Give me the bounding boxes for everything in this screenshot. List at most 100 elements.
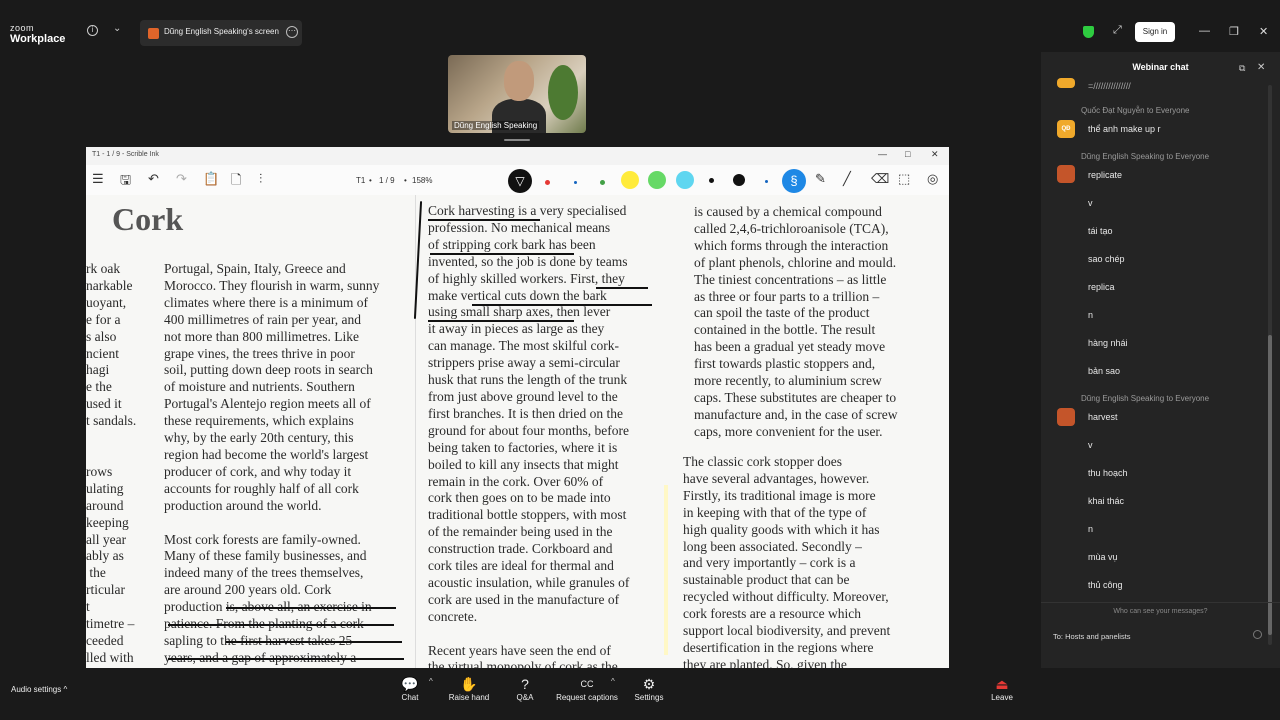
text-column-4: The classic cork stopper does have sever…	[683, 454, 891, 668]
video-drag-handle[interactable]	[504, 139, 530, 141]
document-page[interactable]: Cork rk oak narkable uoyant, e for a s a…	[86, 195, 949, 668]
green-pen-icon[interactable]	[600, 180, 605, 185]
meeting-controls-bar: Audio settings ^ 💬 Chat ^ ✋ Raise hand ?…	[0, 668, 1280, 720]
participant-video[interactable]: Dũng English Speaking	[448, 55, 586, 133]
recipient-selector[interactable]: To: Hosts and panelists	[1053, 632, 1131, 641]
menu-icon[interactable]: ☰	[92, 171, 104, 187]
chat-button[interactable]: 💬 Chat	[395, 675, 425, 702]
audio-settings-label: Audio settings	[11, 685, 62, 694]
ink-titlebar: T1 - 1 / 9 - Scrible Ink — □ ✕	[86, 147, 949, 165]
pen-tool-icon[interactable]: ▽	[508, 169, 532, 193]
message-line: replicate	[1088, 170, 1123, 180]
message-line: bản sao	[1088, 366, 1121, 376]
message-line: hàng nhái	[1088, 338, 1128, 348]
audio-caret-icon[interactable]: ^	[64, 685, 68, 694]
eraser-icon[interactable]: ⌫	[871, 171, 889, 187]
yellow-margin-mark	[664, 485, 668, 655]
ink-underline	[472, 304, 652, 306]
zoom-logo: zoom Workplace	[10, 24, 65, 45]
close-window-icon[interactable]: ✕	[1259, 25, 1268, 38]
zoom-level: 158%	[412, 176, 433, 185]
clipboard-icon[interactable]: 📋	[203, 171, 219, 187]
sliders-icon[interactable]: ⫶	[259, 171, 262, 187]
more-options-icon[interactable]: ⋯	[286, 26, 298, 38]
scrible-ink-window: T1 - 1 / 9 - Scrible Ink — □ ✕ ☰ 🖫 ↶ ↷ 📋…	[86, 147, 949, 668]
ink-maximize-icon[interactable]: □	[905, 149, 910, 159]
ink-underline	[168, 658, 404, 660]
message-line: khai thác	[1088, 496, 1125, 506]
message-line: thể anh make up r	[1088, 124, 1161, 134]
minimize-icon[interactable]: —	[1199, 25, 1210, 37]
restore-icon[interactable]: ❐	[1229, 25, 1239, 38]
undo-icon[interactable]: ↶	[148, 171, 159, 187]
screen-share-tab[interactable]: Dũng English Speaking's screen ⋯	[140, 20, 302, 46]
cyan-highlighter-icon[interactable]	[676, 171, 694, 189]
video-name-label: Dũng English Speaking	[452, 121, 540, 130]
audio-settings-button[interactable]: Audio settings ^	[11, 685, 67, 694]
text-column-3: is caused by a chemical compound called …	[694, 204, 898, 439]
emoji-icon[interactable]	[1253, 630, 1262, 639]
tiny-blue-dot-icon[interactable]	[765, 180, 768, 183]
chevron-down-icon[interactable]: ⌄	[113, 23, 121, 34]
popout-icon[interactable]: ⧉	[1239, 63, 1245, 74]
message-line: harvest	[1088, 412, 1118, 422]
leave-label: Leave	[991, 693, 1013, 702]
avatar	[1057, 408, 1075, 426]
lasso-tool-icon[interactable]: §	[782, 169, 806, 193]
yellow-highlighter-icon[interactable]	[621, 171, 639, 189]
ink-underline	[428, 219, 540, 221]
sign-in-button[interactable]: Sign in	[1135, 22, 1175, 42]
message-line: mùa vụ	[1088, 552, 1118, 562]
message-sender: Quốc Đạt Nguyễn to Everyone	[1081, 106, 1190, 115]
large-black-dot-icon[interactable]	[733, 174, 745, 186]
message-line: thu hoạch	[1088, 468, 1128, 478]
save-icon[interactable]: 🖫	[120, 171, 131, 193]
ink-close-icon[interactable]: ✕	[931, 149, 939, 160]
request-captions-label: Request captions	[556, 693, 618, 702]
chat-close-icon[interactable]: ✕	[1257, 62, 1265, 73]
expand-icon[interactable]: ⤢	[1113, 24, 1122, 37]
message-sender: Dũng English Speaking to Everyone	[1081, 394, 1210, 403]
ink-minimize-icon[interactable]: —	[878, 149, 887, 159]
info-icon[interactable]: i	[87, 25, 98, 36]
page-icon[interactable]: 🗋	[231, 171, 241, 193]
small-black-dot-icon[interactable]	[709, 178, 714, 183]
blue-pen-icon[interactable]	[574, 181, 577, 184]
chat-scrollbar[interactable]	[1268, 85, 1272, 645]
qa-icon: ?	[521, 676, 529, 692]
page-separator: •	[369, 176, 372, 185]
green-highlighter-icon[interactable]	[648, 171, 666, 189]
select-icon[interactable]: ⬚	[898, 171, 910, 187]
page-label: T1	[356, 176, 366, 185]
qa-button[interactable]: ? Q&A	[511, 675, 539, 702]
eye-icon[interactable]: ◎	[927, 171, 938, 187]
who-can-see-link[interactable]: Who can see your messages?	[1041, 608, 1280, 615]
message-line: thủ công	[1088, 580, 1123, 590]
text-column-0: rk oak narkable uoyant, e for a s also n…	[86, 261, 137, 668]
gear-icon: ⚙	[642, 676, 656, 692]
pencil-icon[interactable]: ✎	[815, 171, 826, 187]
chat-divider	[1041, 602, 1280, 603]
document-heading: Cork	[112, 201, 184, 237]
leave-button[interactable]: ⏏ Leave	[988, 675, 1016, 702]
ink-underline	[168, 624, 394, 626]
page-separator-2: •	[404, 176, 407, 185]
chat-button-label: Chat	[401, 693, 419, 702]
ink-underline	[428, 320, 574, 322]
raise-hand-button[interactable]: ✋ Raise hand	[446, 675, 492, 702]
redo-icon[interactable]: ↷	[176, 171, 187, 187]
ink-underline	[226, 641, 402, 643]
message-line: sao chép	[1088, 254, 1125, 264]
avatar: QĐ	[1057, 120, 1075, 138]
red-pen-icon[interactable]	[545, 180, 550, 185]
settings-button[interactable]: ⚙ Settings	[632, 675, 666, 702]
scrollbar-thumb[interactable]	[1268, 335, 1272, 635]
line-tool-icon[interactable]: ╱	[843, 171, 851, 187]
message-line: v	[1088, 440, 1093, 450]
chat-caret-icon[interactable]: ^	[429, 677, 433, 686]
security-shield-icon[interactable]	[1083, 26, 1094, 38]
captions-caret-icon[interactable]: ^	[611, 677, 615, 686]
message-sender: Dũng English Speaking to Everyone	[1081, 152, 1210, 161]
ink-underline	[226, 607, 396, 609]
hand-icon: ✋	[460, 676, 478, 692]
